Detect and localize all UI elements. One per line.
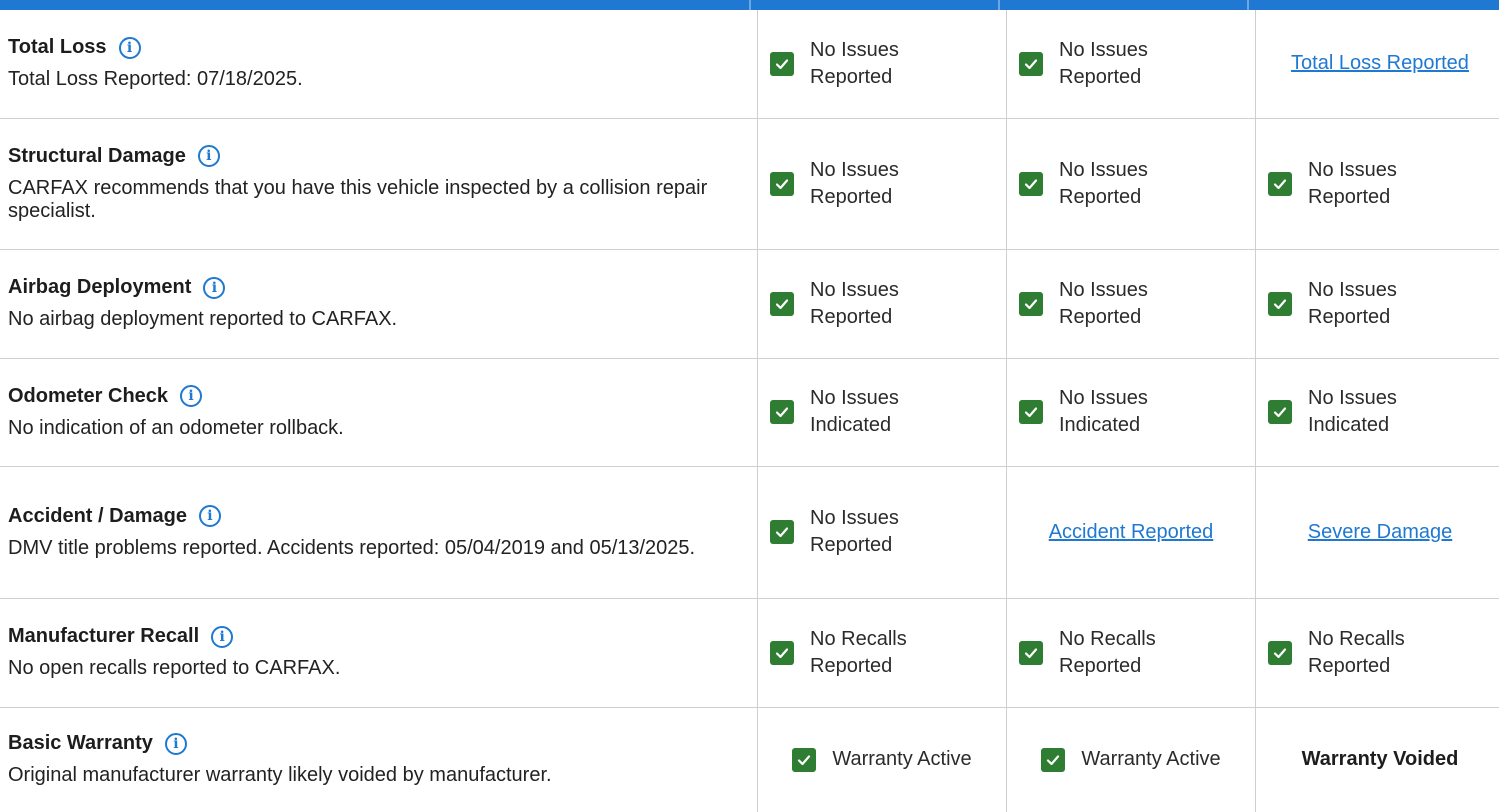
- row-description-cell: Structural Damage i CARFAX recommends that…: [0, 118, 758, 250]
- table-row: Accident / Damage i DMV title problems rep…: [0, 466, 1499, 599]
- check-icon: [1019, 291, 1043, 316]
- status-text: No Recalls Reported: [810, 627, 907, 677]
- header-divider: [1247, 0, 1249, 10]
- table-row: Total Loss i Total Loss Reported: 07/18/20…: [0, 10, 1499, 119]
- check-icon: [1268, 640, 1292, 665]
- status-cell: No Issues Reported: [1255, 249, 1499, 359]
- row-title: Manufacturer Recall: [8, 625, 200, 647]
- table-row: Basic Warranty i Original manufacturer war…: [0, 707, 1499, 812]
- status-cell: No Issues Reported: [757, 118, 1007, 250]
- status-text: No Issues Indicated: [1059, 387, 1148, 436]
- status-cell: No Recalls Reported: [1255, 598, 1499, 708]
- status-text: No Issues Reported: [1308, 158, 1397, 208]
- check-icon: [770, 51, 794, 76]
- status-text: No Recalls Reported: [1059, 627, 1156, 677]
- table-row: Airbag Deployment i No airbag deployment r…: [0, 249, 1499, 359]
- check-icon: [1019, 51, 1043, 76]
- status-cell: No Recalls Reported: [757, 598, 1007, 708]
- status-text: No Recalls Reported: [1308, 627, 1405, 677]
- row-title: Structural Damage: [8, 144, 186, 167]
- row-description-cell: Accident / Damage i DMV title problems rep…: [0, 466, 758, 599]
- status-cell: No Issues Indicated: [757, 358, 1007, 467]
- check-icon: [1019, 640, 1043, 665]
- status-cell: No Issues Reported: [1006, 10, 1256, 119]
- check-icon: [770, 291, 794, 316]
- header-divider: [749, 0, 751, 10]
- check-icon: [770, 400, 794, 424]
- status-text: No Issues Reported: [810, 158, 899, 208]
- row-description: No airbag deployment reported to CARFAX.: [8, 308, 398, 330]
- check-icon: [1268, 171, 1292, 196]
- check-icon: [1041, 747, 1066, 772]
- info-icon[interactable]: i: [164, 732, 187, 755]
- row-description: Total Loss Reported: 07/18/2025.: [8, 68, 303, 91]
- row-description: No open recalls reported to CARFAX.: [8, 657, 341, 679]
- status-cell: Warranty Voided: [1255, 707, 1499, 812]
- info-icon[interactable]: i: [211, 625, 234, 648]
- status-link[interactable]: Severe Damage: [1308, 521, 1453, 544]
- status-text: No Issues Reported: [1059, 158, 1148, 208]
- status-text: Warranty Active: [832, 748, 972, 771]
- row-description-cell: Manufacturer Recall i No open recalls repo…: [0, 598, 758, 708]
- row-description-cell: Total Loss i Total Loss Reported: 07/18/20…: [0, 10, 758, 119]
- status-link[interactable]: Total Loss Reported: [1291, 52, 1469, 75]
- check-icon: [792, 747, 817, 772]
- row-title: Accident / Damage: [8, 504, 187, 527]
- status-cell: No Issues Indicated: [1006, 358, 1256, 467]
- table-header-bar: [0, 0, 1499, 10]
- info-icon[interactable]: i: [118, 36, 141, 59]
- status-cell: Severe Damage: [1255, 466, 1499, 599]
- row-description-cell: Airbag Deployment i No airbag deployment r…: [0, 249, 758, 359]
- status-text: No Issues Reported: [810, 278, 899, 328]
- status-text: No Issues Reported: [1059, 278, 1148, 328]
- check-icon: [1019, 171, 1043, 196]
- check-icon: [770, 520, 794, 544]
- status-cell: No Issues Reported: [757, 466, 1007, 599]
- row-description: DMV title problems reported. Accidents r…: [8, 536, 696, 559]
- status-link[interactable]: Accident Reported: [1049, 521, 1214, 544]
- status-text: No Issues Reported: [1308, 278, 1397, 328]
- status-cell: Warranty Active: [757, 707, 1007, 812]
- status-text: Warranty Active: [1081, 748, 1221, 771]
- status-text: No Issues Reported: [810, 507, 899, 556]
- status-text: No Issues Indicated: [810, 387, 899, 436]
- row-description: Original manufacturer warranty likely vo…: [8, 764, 552, 787]
- table-row: Odometer Check i No indication of an odome…: [0, 358, 1499, 467]
- status-text: No Issues Indicated: [1308, 387, 1397, 436]
- check-icon: [1268, 291, 1292, 316]
- status-text: No Issues Reported: [1059, 38, 1148, 88]
- status-cell: No Recalls Reported: [1006, 598, 1256, 708]
- info-icon[interactable]: i: [197, 145, 220, 167]
- status-text: No Issues Reported: [810, 38, 899, 88]
- row-description-cell: Basic Warranty i Original manufacturer war…: [0, 707, 758, 812]
- history-comparison-table: Total Loss i Total Loss Reported: 07/18/20…: [0, 10, 1499, 812]
- row-title: Basic Warranty: [8, 732, 153, 755]
- check-icon: [770, 171, 794, 196]
- status-cell: No Issues Reported: [1255, 118, 1499, 250]
- status-cell: No Issues Indicated: [1255, 358, 1499, 467]
- status-cell: Accident Reported: [1006, 466, 1256, 599]
- status-text-bold: Warranty Voided: [1301, 748, 1459, 771]
- table-row: Manufacturer Recall i No open recalls repo…: [0, 598, 1499, 708]
- row-description-cell: Odometer Check i No indication of an odome…: [0, 358, 758, 467]
- row-description: CARFAX recommends that you have this veh…: [8, 176, 708, 222]
- table-row: Structural Damage i CARFAX recommends that…: [0, 118, 1499, 250]
- status-cell: Warranty Active: [1006, 707, 1256, 812]
- info-icon[interactable]: i: [198, 505, 221, 527]
- status-cell: No Issues Reported: [757, 10, 1007, 119]
- info-icon[interactable]: i: [203, 276, 226, 299]
- row-description: No indication of an odometer rollback.: [8, 416, 344, 439]
- check-icon: [770, 640, 794, 665]
- header-divider: [998, 0, 1000, 10]
- info-icon[interactable]: i: [180, 385, 203, 407]
- status-cell: No Issues Reported: [1006, 249, 1256, 359]
- row-title: Odometer Check: [8, 384, 169, 407]
- status-cell: No Issues Reported: [1006, 118, 1256, 250]
- row-title: Airbag Deployment: [8, 276, 192, 298]
- row-title: Total Loss: [8, 36, 107, 59]
- status-cell: Total Loss Reported: [1255, 10, 1499, 119]
- check-icon: [1268, 400, 1292, 424]
- check-icon: [1019, 400, 1043, 424]
- status-cell: No Issues Reported: [757, 249, 1007, 359]
